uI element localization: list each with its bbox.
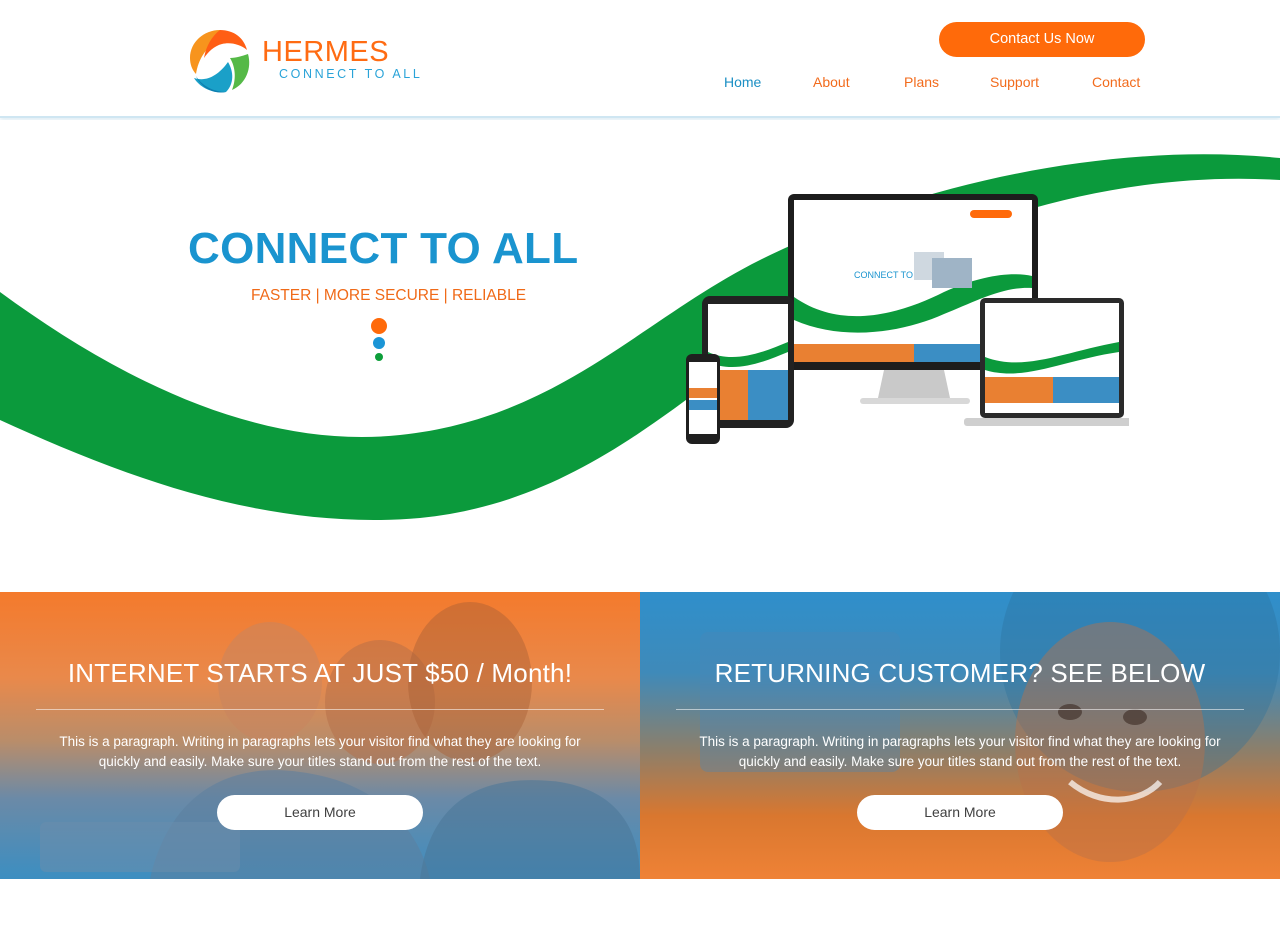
nav-item-contact[interactable]: Contact [1092,74,1140,90]
promo-paragraph: This is a paragraph. Writing in paragrap… [699,734,1221,769]
nav-item-home[interactable]: Home [724,74,761,90]
main-nav: Home About Plans Support Contact [0,74,1280,94]
promo-panel-pricing: INTERNET STARTS AT JUST $50 / Month! Thi… [0,592,640,879]
brand-name: HERMES [262,36,390,68]
learn-more-button[interactable]: Learn More [857,795,1063,830]
laptop-image [964,298,1129,426]
promo-title: INTERNET STARTS AT JUST $50 / Month! [67,658,573,688]
nav-item-plans[interactable]: Plans [904,74,939,90]
promo-panel-returning-customer: RETURNING CUSTOMER? SEE BELOW This is a … [640,592,1280,879]
page-bottom-spacer [0,879,1280,942]
divider [36,709,604,710]
site-header: HERMES CONNECT TO ALL Contact Us Now Hom… [0,0,1280,118]
hero-subtitle: FASTER | MORE SECURE | RELIABLE [251,287,527,304]
divider [676,709,1244,710]
promo-paragraph: This is a paragraph. Writing in paragrap… [59,734,581,769]
phone-image [686,354,720,444]
responsive-devices-mockup: CONNECT TO ALL [686,194,1129,444]
nav-item-about[interactable]: About [813,74,850,90]
hero-section: CONNECT TO ALL FASTER | MORE SECURE | RE… [0,120,1280,592]
nav-item-support[interactable]: Support [990,74,1039,90]
orange-dot-decoration [371,318,387,334]
learn-more-button[interactable]: Learn More [217,795,423,830]
green-dot-decoration [375,353,383,361]
promo-title: RETURNING CUSTOMER? SEE BELOW [714,658,1206,688]
hero-title: CONNECT TO ALL [188,224,579,273]
contact-us-now-button[interactable]: Contact Us Now [939,22,1145,57]
blue-dot-decoration [373,337,385,349]
